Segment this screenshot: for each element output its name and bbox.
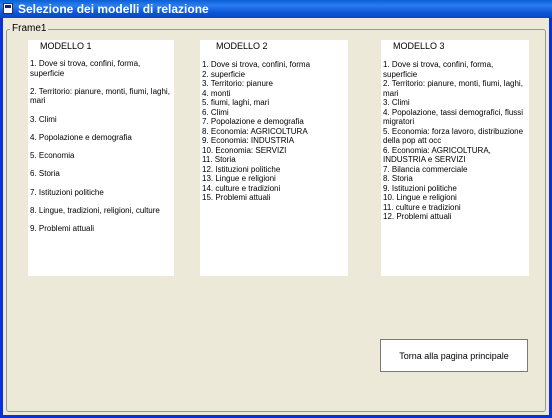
list-item[interactable]: 8. Storia [383,174,527,184]
list-item[interactable]: 2. Territorio: pianure, monti, fiumi, la… [383,79,527,98]
list-item[interactable]: 7. Bilancia commerciale [383,165,527,175]
window-title: Selezione dei modelli di relazione [18,2,209,16]
title-bar[interactable]: Selezione dei modelli di relazione [0,0,552,18]
list-item[interactable]: 9. Problemi attuali [30,224,172,234]
list-item[interactable]: 5. fiumi, laghi, mari [202,98,346,108]
list-item[interactable]: 3. Climi [30,115,172,125]
list-item[interactable]: 5. Economia: forza lavoro, distribuzione… [383,127,527,146]
list-item[interactable]: 8. Lingue, tradizioni, religioni, cultur… [30,206,172,216]
list-item[interactable]: 6. Climi [202,108,346,118]
list-item[interactable]: 4. Popolazione e demografia [30,133,172,143]
model-2-heading: MODELLO 2 [216,41,268,51]
list-item[interactable]: 7. Popolazione e demografia [202,117,346,127]
list-item[interactable]: 3. Territorio: pianure [202,79,346,89]
back-to-main-button[interactable]: Torna alla pagina principale [380,339,528,372]
list-item[interactable]: 11. Storia [202,155,346,165]
list-item[interactable]: 12. Istituzioni politiche [202,165,346,175]
model-1-items: 1. Dove si trova, confini, forma, superf… [30,59,172,243]
list-item[interactable]: 10. Economia: SERVIZI [202,146,346,156]
list-item[interactable]: 13. Lingue e religioni [202,174,346,184]
list-item[interactable]: 1. Dove si trova, confini, forma, superf… [383,60,527,79]
list-item[interactable]: 6. Economia: AGRICOLTURA, INDUSTRIA e SE… [383,146,527,165]
list-item[interactable]: 10. Lingue e religioni [383,193,527,203]
list-item[interactable]: 4. monti [202,89,346,99]
list-item[interactable]: 1. Dove si trova, confini, forma, superf… [30,59,172,78]
frame-label: Frame1 [10,23,49,34]
list-item[interactable]: 8. Economia: AGRICOLTURA [202,127,346,137]
model-2-items: 1. Dove si trova, confini, forma 2. supe… [202,60,346,203]
list-item[interactable]: 2. superficie [202,70,346,80]
list-item[interactable]: 14. culture e tradizioni [202,184,346,194]
list-item[interactable]: 9. Economia: INDUSTRIA [202,136,346,146]
list-item[interactable]: 6. Storia [30,169,172,179]
model-3-listbox[interactable]: MODELLO 3 1. Dove si trova, confini, for… [381,40,529,276]
list-item[interactable]: 1. Dove si trova, confini, forma [202,60,346,70]
list-item[interactable]: 7. Istituzioni politiche [30,188,172,198]
list-item[interactable]: 11. culture e tradizioni [383,203,527,213]
list-item[interactable]: 12. Problemi attuali [383,212,527,222]
model-1-listbox[interactable]: MODELLO 1 1. Dove si trova, confini, for… [28,40,174,276]
model-1-heading: MODELLO 1 [40,41,92,51]
app-icon [3,3,13,14]
list-item[interactable]: 3. Climi [383,98,527,108]
model-3-heading: MODELLO 3 [393,41,445,51]
list-item[interactable]: 2. Territorio: pianure, monti, fiumi, la… [30,87,172,106]
list-item[interactable]: 9. Istituzioni politiche [383,184,527,194]
list-item[interactable]: 4. Popolazione, tassi demografici, fluss… [383,108,527,127]
list-item[interactable]: 5. Economia [30,151,172,161]
list-item[interactable]: 15. Problemi attuali [202,193,346,203]
model-2-listbox[interactable]: MODELLO 2 1. Dove si trova, confini, for… [200,40,348,276]
model-3-items: 1. Dove si trova, confini, forma, superf… [383,60,527,222]
